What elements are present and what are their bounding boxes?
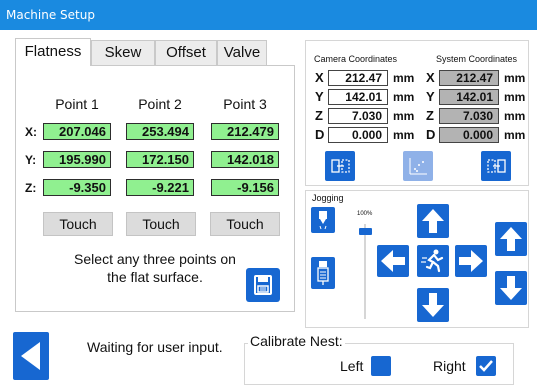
arrow-down-icon <box>500 276 522 300</box>
touch-point-3-button[interactable]: Touch <box>210 212 280 236</box>
camera-x-value: 212.47 <box>328 70 388 86</box>
speed-label: 100% <box>357 211 373 217</box>
row-label-y: Y: <box>25 153 37 167</box>
tab-valve[interactable]: Valve <box>217 40 267 66</box>
system-y-label: Y <box>426 89 435 104</box>
system-z-unit: mm <box>504 109 526 123</box>
jog-down-button[interactable] <box>417 288 449 322</box>
point-2-z-value: -9.221 <box>126 179 194 196</box>
camera-d-label: D <box>315 127 325 142</box>
point-3-z-value: -9.156 <box>211 179 279 196</box>
speed-slider-track[interactable] <box>364 224 366 319</box>
camera-to-system-button[interactable] <box>325 151 355 181</box>
calibrate-nest-title: Calibrate Nest: <box>248 333 345 349</box>
point-2-header: Point 2 <box>138 96 182 112</box>
touch-point-1-button[interactable]: Touch <box>43 212 113 236</box>
jog-up-button[interactable] <box>417 204 449 238</box>
running-person-icon <box>421 249 444 273</box>
arrow-right-icon <box>459 250 483 272</box>
arrow-left-icon <box>381 250 405 272</box>
system-z-value: 7.030 <box>439 108 499 124</box>
checkmark-icon <box>479 360 493 372</box>
transfer-system-icon <box>487 159 506 173</box>
camera-y-label: Y <box>315 89 324 104</box>
camera-coordinates-header: Camera Coordinates <box>314 54 398 64</box>
back-button[interactable] <box>13 332 49 380</box>
point-1-x-value: 207.046 <box>43 123 111 140</box>
jog-left-button[interactable] <box>377 245 409 277</box>
row-label-x: X: <box>25 125 37 139</box>
point-2-x-value: 253.494 <box>126 123 194 140</box>
jogging-title: Jogging <box>312 193 344 203</box>
system-d-label: D <box>426 127 436 142</box>
camera-d-unit: mm <box>393 128 415 142</box>
flatness-instruction: Select any three points on the flat surf… <box>30 250 280 286</box>
camera-y-value: 142.01 <box>328 89 388 105</box>
point-1-y-value: 195.990 <box>43 151 111 168</box>
nest-left-checkbox[interactable] <box>371 356 391 376</box>
instruction-line-2: the flat surface. <box>107 269 203 285</box>
camera-z-value: 7.030 <box>328 108 388 124</box>
camera-d-value: 0.000 <box>328 127 388 143</box>
tab-flatness[interactable]: Flatness <box>15 38 91 66</box>
nest-right-checkbox[interactable] <box>476 356 496 376</box>
system-y-unit: mm <box>504 90 526 104</box>
arrow-up-icon <box>500 227 522 251</box>
point-2-y-value: 172.150 <box>126 151 194 168</box>
transfer-camera-icon <box>331 159 350 173</box>
jog-z-up-button[interactable] <box>495 222 527 256</box>
system-z-label: Z <box>426 108 434 123</box>
arrow-up-icon <box>422 209 444 233</box>
system-d-unit: mm <box>504 128 526 142</box>
save-button[interactable] <box>246 268 280 302</box>
floppy-disk-icon <box>254 275 272 295</box>
camera-y-unit: mm <box>393 90 415 104</box>
system-y-value: 142.01 <box>439 89 499 105</box>
machine-setup-window: Machine Setup Flatness Skew Offset Valve… <box>0 0 537 391</box>
system-coordinates-header: System Coordinates <box>436 54 518 64</box>
jog-right-button[interactable] <box>455 245 487 277</box>
row-label-z: Z: <box>25 181 37 195</box>
jog-z-down-button[interactable] <box>495 271 527 305</box>
system-d-value: 0.000 <box>439 127 499 143</box>
arrow-down-icon <box>422 293 444 317</box>
dispense-button[interactable] <box>311 207 335 233</box>
camera-x-unit: mm <box>393 71 415 85</box>
speed-slider-thumb[interactable] <box>359 228 372 235</box>
status-message: Waiting for user input. <box>87 339 223 355</box>
system-x-value: 212.47 <box>439 70 499 86</box>
tool-button[interactable] <box>311 257 335 289</box>
point-3-y-value: 142.018 <box>211 151 279 168</box>
point-1-z-value: -9.350 <box>43 179 111 196</box>
show-points-button[interactable] <box>403 151 433 181</box>
syringe-icon <box>317 261 329 285</box>
tab-offset[interactable]: Offset <box>155 40 217 66</box>
point-1-header: Point 1 <box>55 96 99 112</box>
system-to-camera-button[interactable] <box>481 151 511 181</box>
system-x-label: X <box>426 70 435 85</box>
touch-point-2-button[interactable]: Touch <box>126 212 196 236</box>
nozzle-icon <box>319 211 327 230</box>
point-3-header: Point 3 <box>223 96 267 112</box>
point-3-x-value: 212.479 <box>211 123 279 140</box>
camera-z-unit: mm <box>393 109 415 123</box>
tab-skew[interactable]: Skew <box>91 40 155 66</box>
camera-x-label: X <box>315 70 324 85</box>
back-triangle-icon <box>21 342 40 370</box>
instruction-line-1: Select any three points on <box>74 251 236 267</box>
jog-home-button[interactable] <box>417 245 449 277</box>
scatter-points-icon <box>409 158 427 175</box>
system-x-unit: mm <box>504 71 526 85</box>
nest-right-label: Right <box>433 358 466 374</box>
nest-left-label: Left <box>340 358 364 374</box>
window-title: Machine Setup <box>0 0 537 30</box>
camera-z-label: Z <box>315 108 323 123</box>
